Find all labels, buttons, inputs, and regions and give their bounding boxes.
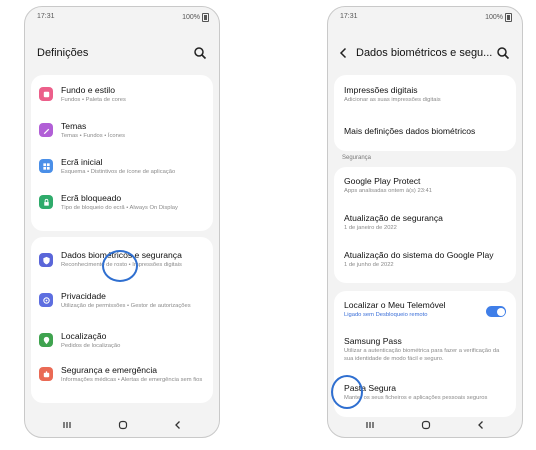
item-label: Segurança e emergência [61,365,158,375]
item-subtitle: Tipo de bloqueio do ecrã • Always On Dis… [61,205,178,211]
settings-item-location[interactable]: Localização Pedidos de localização [31,329,213,361]
item-google-play-system-update[interactable]: Atualização do sistema do Google Play 1 … [334,247,516,281]
status-bar: 17:31 100% [328,7,522,27]
search-icon[interactable] [496,46,510,60]
item-subtitle: Ligado sem Desbloqueio remoto [344,312,428,318]
settings-item-safety-emergency[interactable]: Segurança e emergência Informações médic… [31,363,213,401]
settings-card-appearance: Fundo e estilo Fundos • Paleta de cores … [31,75,213,231]
lock-icon [39,195,53,209]
shield-icon [39,253,53,267]
navigation-bar [328,413,522,437]
item-subtitle: Utilização de permissões • Gestor de aut… [61,303,191,309]
privacy-icon [39,293,53,307]
item-find-my-mobile[interactable]: Localizar o Meu Telemóvel Ligado sem Des… [334,297,516,327]
search-icon[interactable] [193,46,207,60]
biometrics-card: Impressões digitais Adicionar as suas im… [334,75,516,151]
item-subtitle: Informações médicas • Alertas de emergên… [61,377,203,383]
item-label: Ecrã bloqueado [61,193,122,203]
highlight-circle [102,250,138,282]
item-subtitle: Adicionar as suas impressões digitais [344,97,441,103]
battery-icon [505,13,512,22]
item-subtitle: Pedidos de localização [61,343,121,349]
status-battery: 100% [485,13,512,22]
item-more-biometric-settings[interactable]: Mais definições dados biométricos [334,121,516,145]
settings-header: Definições [25,43,219,65]
phone-settings-screen: 17:31 100% Definições Fundo e estilo Fun… [24,6,220,438]
security-card: Google Play Protect Apps analisadas onte… [334,167,516,283]
status-time: 17:31 [340,13,358,20]
back-arrow-icon[interactable] [337,46,351,60]
item-subtitle: 1 de janeiro de 2022 [344,225,397,231]
item-label: Temas [61,121,87,131]
section-label-security: Segurança [342,155,372,161]
item-label: Localizar o Meu Telemóvel [344,300,446,310]
item-subtitle: Esquema • Distintivos de ícone de aplica… [61,169,176,175]
highlight-circle [331,375,363,409]
palette-icon [39,87,53,101]
navigation-bar [25,413,219,437]
item-label: Impressões digitais [344,85,418,95]
emergency-icon [39,367,53,381]
status-bar: 17:31 100% [25,7,219,27]
item-security-update[interactable]: Atualização de segurança 1 de janeiro de… [334,210,516,244]
status-battery: 100% [182,13,209,22]
item-label: Ecrã inicial [61,157,103,167]
item-label: Atualização de segurança [344,213,443,223]
item-subtitle: Manter os seus ficheiros e aplicações pe… [344,395,488,401]
battery-level: 100% [182,14,200,21]
recents-icon[interactable] [61,419,73,431]
status-time: 17:31 [37,13,55,20]
item-label: Fundo e estilo [61,85,115,95]
item-subtitle: Utilizar a autenticação biométrica para … [344,348,500,362]
biometrics-header: Dados biométricos e segu... [328,43,522,65]
settings-item-privacy[interactable]: Privacidade Utilização de permissões • G… [31,289,213,327]
item-samsung-pass[interactable]: Samsung Pass Utilizar a autenticação bio… [334,333,516,375]
item-label: Mais definições dados biométricos [344,126,476,136]
item-subtitle: Fundos • Paleta de cores [61,97,126,103]
page-title: Definições [37,47,89,59]
item-label: Atualização do sistema do Google Play [344,250,494,260]
item-subtitle: 1 de junho de 2022 [344,262,394,268]
back-icon[interactable] [172,419,184,431]
page-title: Dados biométricos e segu... [356,47,493,59]
settings-item-home-screen[interactable]: Ecrã inicial Esquema • Distintivos de íc… [31,155,213,189]
settings-item-lock-screen[interactable]: Ecrã bloqueado Tipo de bloqueio do ecrã … [31,191,213,225]
home-icon[interactable] [117,419,129,431]
settings-item-themes[interactable]: Temas Temas • Fundos • Ícones [31,119,213,153]
item-subtitle: Apps analisadas ontem à(s) 23:41 [344,188,432,194]
item-fingerprints[interactable]: Impressões digitais Adicionar as suas im… [334,83,516,115]
recents-icon[interactable] [364,419,376,431]
home-icon[interactable] [420,419,432,431]
item-subtitle: Temas • Fundos • Ícones [61,133,125,139]
find-my-mobile-toggle[interactable] [486,306,506,317]
item-label: Samsung Pass [344,336,402,346]
phone-biometrics-screen: 17:31 100% Dados biométricos e segu... I… [327,6,523,438]
item-label: Google Play Protect [344,176,421,186]
item-label: Localização [61,331,107,341]
grid-icon [39,159,53,173]
back-icon[interactable] [475,419,487,431]
item-label: Privacidade [61,291,106,301]
item-google-play-protect[interactable]: Google Play Protect Apps analisadas onte… [334,173,516,207]
location-icon [39,333,53,347]
settings-item-wallpaper[interactable]: Fundo e estilo Fundos • Paleta de cores [31,83,213,117]
brush-icon [39,123,53,137]
battery-level: 100% [485,14,503,21]
battery-icon [202,13,209,22]
